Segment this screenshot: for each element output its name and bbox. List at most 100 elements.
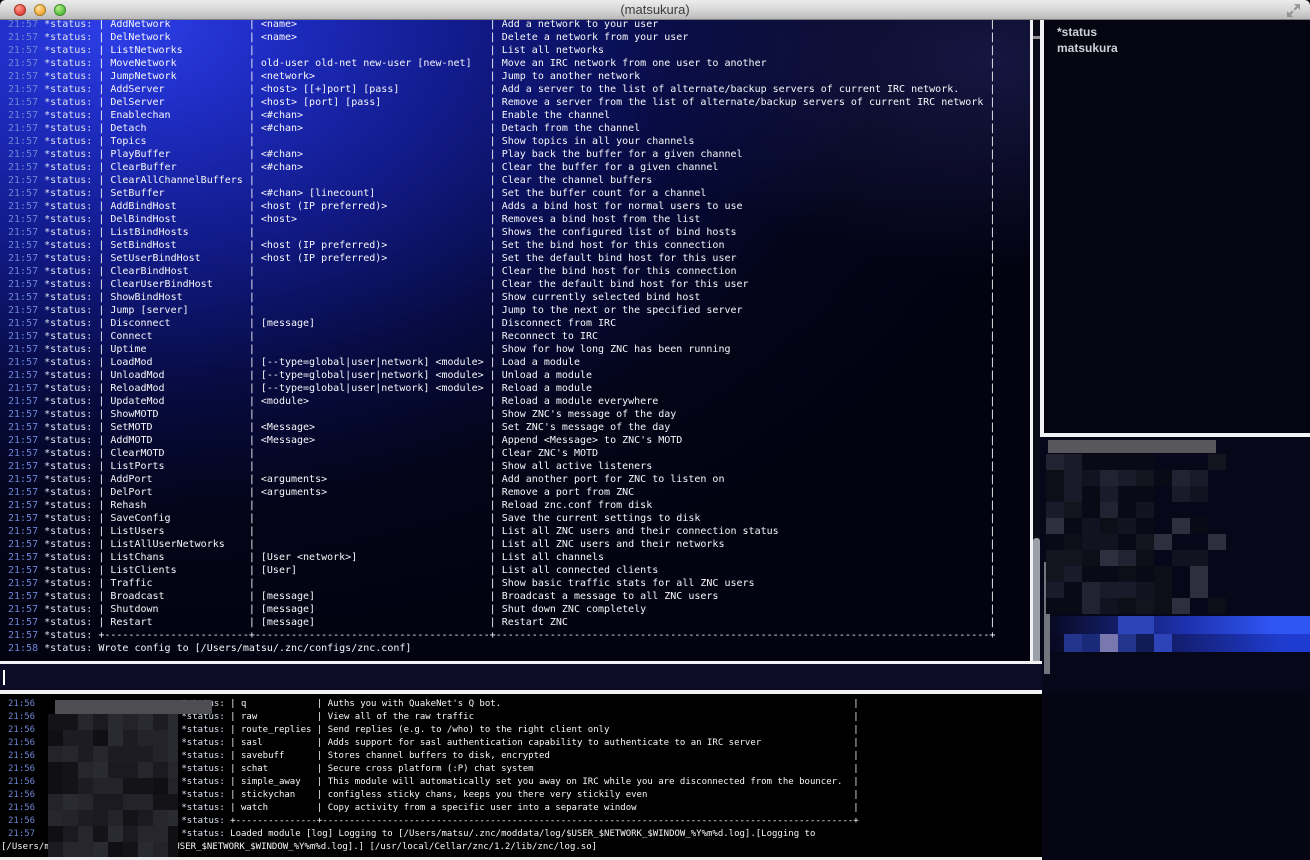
redaction-block bbox=[1064, 518, 1082, 534]
redaction-block bbox=[1100, 454, 1118, 470]
redaction-block bbox=[1136, 598, 1154, 614]
log-line: 21:57 *status: | ClearAllChannelBuffers … bbox=[8, 174, 1030, 187]
redaction-block bbox=[1136, 550, 1154, 566]
log-line: 21:57 *status: | DelNetwork | <name> | D… bbox=[8, 31, 1030, 44]
redaction-block bbox=[1172, 518, 1190, 534]
redaction-block bbox=[1154, 598, 1172, 614]
redaction-block bbox=[123, 762, 138, 778]
redaction-block bbox=[78, 842, 93, 857]
redaction-block bbox=[1136, 634, 1154, 652]
redaction-block bbox=[1118, 534, 1136, 550]
redaction-block bbox=[1136, 534, 1154, 550]
redaction-block bbox=[138, 794, 153, 810]
log-line: 21:57 *status: | ListUsers | | List all … bbox=[8, 525, 1030, 538]
redaction-block bbox=[1046, 470, 1064, 486]
redaction-block bbox=[1136, 566, 1154, 582]
redaction-block bbox=[1154, 470, 1172, 486]
redaction-block bbox=[1064, 550, 1082, 566]
redaction-block bbox=[1082, 454, 1100, 470]
titlebar[interactable]: (matsukura) bbox=[0, 0, 1310, 20]
redaction-block bbox=[153, 826, 168, 842]
redaction-block bbox=[123, 778, 138, 794]
redaction-block bbox=[1118, 502, 1136, 518]
redaction-block bbox=[1046, 598, 1064, 614]
redaction-block bbox=[108, 810, 123, 826]
redaction-block bbox=[93, 842, 108, 857]
log-line: 21:57 *status: | Rehash | | Reload znc.c… bbox=[8, 499, 1030, 512]
desktop-background bbox=[1042, 694, 1310, 860]
redaction-block bbox=[1082, 582, 1100, 598]
text-cursor bbox=[3, 670, 5, 685]
redaction-block bbox=[153, 842, 168, 857]
redaction-block bbox=[93, 714, 108, 730]
redaction-block bbox=[123, 842, 138, 857]
redaction-block bbox=[1064, 582, 1082, 598]
redaction-block bbox=[1190, 470, 1208, 486]
redaction-block bbox=[63, 810, 78, 826]
redaction-block bbox=[1082, 598, 1100, 614]
redaction-block bbox=[78, 778, 93, 794]
redaction-block bbox=[1118, 598, 1136, 614]
redaction-block bbox=[1118, 566, 1136, 582]
redaction-block bbox=[1208, 598, 1226, 614]
channel-list: *status matsukura bbox=[1044, 20, 1310, 433]
log-line: 21:57 *status: | ListClients | [User] | … bbox=[8, 564, 1030, 577]
log-line: 21:57 *status: | AddMOTD | <Message> | A… bbox=[8, 434, 1030, 447]
redaction-block bbox=[108, 730, 123, 746]
redaction-block bbox=[168, 730, 178, 746]
log-line: 21:57 *status: | JumpNetwork | <network>… bbox=[8, 70, 1030, 83]
redaction-block bbox=[138, 714, 153, 730]
log-line: 21:58 *status: Wrote config to [/Users/m… bbox=[8, 642, 1030, 655]
redaction-block bbox=[123, 794, 138, 810]
status-log-view[interactable]: 21:57 *status: | AddNetwork | <name> | A… bbox=[0, 20, 1030, 661]
redaction-block bbox=[1118, 454, 1136, 470]
redaction-block bbox=[1172, 470, 1190, 486]
redaction-block bbox=[1100, 502, 1118, 518]
fullscreen-icon[interactable] bbox=[1287, 4, 1300, 17]
redaction-block bbox=[63, 730, 78, 746]
redaction-block bbox=[1046, 486, 1064, 502]
redaction-block bbox=[1100, 550, 1118, 566]
redaction-block bbox=[63, 794, 78, 810]
redaction-block bbox=[108, 714, 123, 730]
log-line: 21:57 *status: | AddNetwork | <name> | A… bbox=[8, 20, 1030, 31]
redaction-block bbox=[48, 762, 63, 778]
redaction-block bbox=[1118, 634, 1136, 652]
redaction-block bbox=[1082, 566, 1100, 582]
message-input[interactable] bbox=[0, 661, 1042, 694]
redaction-block bbox=[1046, 582, 1064, 598]
redaction-block bbox=[1118, 582, 1136, 598]
log-line: 21:57 *status: | Jump [server] | | Jump … bbox=[8, 304, 1030, 317]
log-line: 21:57 *status: | MoveNetwork | old-user … bbox=[8, 57, 1030, 70]
redaction-block bbox=[1082, 486, 1100, 502]
redaction-block bbox=[1136, 518, 1154, 534]
redaction-block bbox=[1154, 582, 1172, 598]
redaction-block bbox=[1064, 634, 1082, 652]
redaction-block bbox=[168, 842, 178, 857]
sidebar-item-status[interactable]: *status bbox=[1057, 25, 1097, 39]
log-line: 21:57 *status: | ClearBindHost | | Clear… bbox=[8, 265, 1030, 278]
sidebar-item-matsukura[interactable]: matsukura bbox=[1057, 41, 1118, 55]
log-line: 21:57 *status: | AddBindHost | <host (IP… bbox=[8, 200, 1030, 213]
redaction-block bbox=[153, 714, 168, 730]
redaction-block bbox=[168, 794, 178, 810]
redaction-block bbox=[1046, 566, 1064, 582]
log-line: 21:57 *status: | ShowBindHost | | Show c… bbox=[8, 291, 1030, 304]
redaction-block bbox=[168, 746, 178, 762]
log-line: 21:57 *status: | ListPorts | | Show all … bbox=[8, 460, 1030, 473]
redaction-block bbox=[153, 810, 168, 826]
redaction-block bbox=[1064, 534, 1082, 550]
redaction-block bbox=[1046, 534, 1064, 550]
redaction-block bbox=[93, 762, 108, 778]
redaction-block bbox=[1136, 502, 1154, 518]
redaction-block bbox=[1154, 634, 1172, 652]
redaction-block bbox=[1172, 550, 1190, 566]
redaction-block bbox=[1100, 566, 1118, 582]
scrollbar-handle[interactable] bbox=[1033, 538, 1040, 672]
redaction-block bbox=[78, 714, 93, 730]
redacted-nick-column bbox=[48, 700, 178, 857]
log-line: 21:57 *status: | Disconnect | [message] … bbox=[8, 317, 1030, 330]
redaction-block bbox=[1046, 502, 1064, 518]
log-line: 21:57 *status: | DelServer | <host> [por… bbox=[8, 96, 1030, 109]
redaction-block bbox=[1118, 486, 1136, 502]
